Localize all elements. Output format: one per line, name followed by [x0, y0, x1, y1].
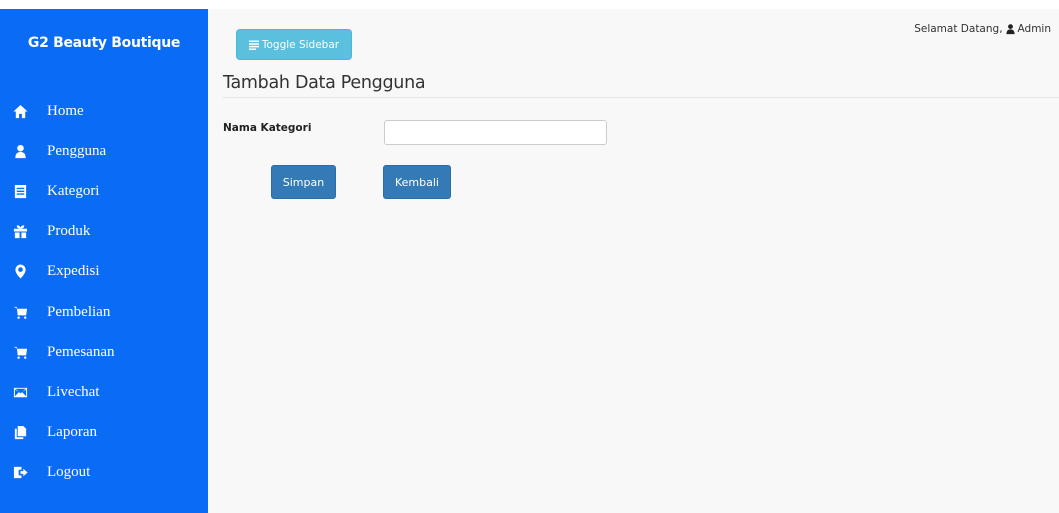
envelope-icon	[12, 384, 28, 400]
toggle-sidebar-label: Toggle Sidebar	[261, 38, 340, 51]
sidebar-item-expedisi[interactable]: Expedisi	[0, 252, 208, 292]
map-marker-icon	[12, 264, 28, 280]
shopping-cart-icon	[12, 304, 28, 320]
username[interactable]: Admin	[1018, 23, 1051, 35]
log-out-icon	[12, 465, 28, 481]
sidebar-item-label: Kategori	[47, 182, 100, 199]
main-content: Toggle Sidebar Selamat Datang, Admin Tam…	[208, 9, 1059, 513]
title-divider	[223, 97, 1059, 98]
sidebar-item-label: Laporan	[47, 424, 97, 441]
sidebar-item-label: Produk	[47, 223, 91, 240]
nama-kategori-input[interactable]	[384, 120, 607, 145]
home-icon	[12, 103, 28, 119]
sidebar-nav: Home Pengguna Kategori Produk Expedisi P…	[0, 91, 208, 493]
shopping-cart-icon	[12, 344, 28, 360]
nama-kategori-label: Nama Kategori	[223, 122, 312, 134]
sidebar-item-kategori[interactable]: Kategori	[0, 171, 208, 211]
sidebar-item-laporan[interactable]: Laporan	[0, 413, 208, 453]
sidebar-item-pembelian[interactable]: Pembelian	[0, 292, 208, 332]
sidebar-item-label: Expedisi	[47, 263, 100, 280]
documents-icon	[12, 425, 28, 441]
app-frame: G2 Beauty Boutique Home Pengguna Kategor…	[0, 9, 1059, 513]
welcome-area: Selamat Datang, Admin	[914, 23, 1051, 35]
sidebar-item-pemesanan[interactable]: Pemesanan	[0, 332, 208, 372]
align-justify-icon	[248, 40, 259, 50]
sidebar-item-label: Pembelian	[47, 303, 111, 320]
save-button[interactable]: Simpan	[271, 165, 336, 199]
sidebar-item-produk[interactable]: Produk	[0, 212, 208, 252]
sidebar-item-label: Livechat	[47, 383, 100, 400]
user-icon	[12, 143, 28, 159]
page-title: Tambah Data Pengguna	[223, 73, 426, 93]
sidebar-item-label: Logout	[47, 464, 91, 481]
sidebar-item-label: Pemesanan	[47, 343, 115, 360]
sidebar: G2 Beauty Boutique Home Pengguna Kategor…	[0, 9, 208, 513]
sidebar-item-logout[interactable]: Logout	[0, 453, 208, 493]
list-alt-icon	[12, 183, 28, 199]
back-button[interactable]: Kembali	[383, 165, 451, 199]
user-icon	[1005, 24, 1015, 35]
sidebar-item-label: Pengguna	[47, 142, 107, 159]
sidebar-item-label: Home	[47, 102, 84, 119]
welcome-text: Selamat Datang,	[914, 23, 1003, 35]
gift-icon	[12, 224, 28, 240]
sidebar-item-pengguna[interactable]: Pengguna	[0, 131, 208, 171]
sidebar-item-home[interactable]: Home	[0, 91, 208, 131]
brand-title: G2 Beauty Boutique	[27, 35, 181, 51]
sidebar-item-livechat[interactable]: Livechat	[0, 372, 208, 412]
toggle-sidebar-button[interactable]: Toggle Sidebar	[236, 29, 352, 60]
